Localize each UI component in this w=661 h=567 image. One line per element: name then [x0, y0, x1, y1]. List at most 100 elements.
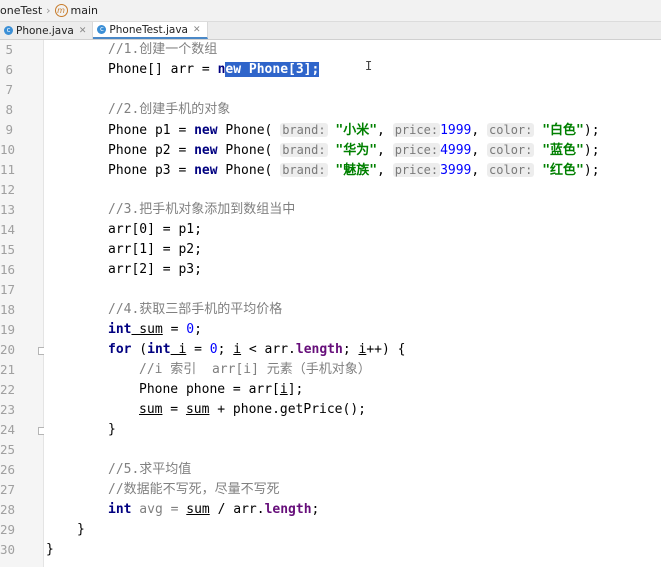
code-line-6: Phone[] arr = new Phone[3]; [108, 60, 320, 80]
code-text: ; [194, 322, 202, 337]
comment: //1.创建一个数组 [108, 42, 218, 57]
line-number: 22 [0, 382, 16, 397]
line-number: 26 [0, 462, 16, 477]
breadcrumb-project[interactable]: oneTest [0, 4, 42, 17]
code-text: ; [217, 342, 234, 357]
code-text: Phone( [217, 163, 281, 178]
code-line-23: sum = sum + phone.getPrice(); [139, 400, 366, 420]
line-number-gutter[interactable]: 5 6 7 8 9 10 11 12 13 14 15 16 17 18 19 20 21 22 23 24 25 26 2… [0, 40, 46, 567]
tab-label: PhoneTest.java [109, 23, 188, 36]
tab-phonetest-java[interactable]: c PhoneTest.java ✕ [93, 22, 208, 39]
number-literal: 3999 [440, 163, 472, 178]
code-text: ; [342, 342, 359, 357]
code-text: / arr. [209, 502, 265, 517]
variable-sum: sum [185, 402, 210, 417]
code-line-27: //数据能不写死，尽量不写死 [108, 480, 280, 500]
code-line-8: //2.创建手机的对象 [108, 100, 230, 120]
code-line-21: //i 索引 arr[i] 元素（手机对象） [139, 360, 371, 380]
line-number: 19 [0, 322, 16, 337]
breadcrumb: oneTest › m main [0, 0, 661, 22]
close-icon[interactable]: ✕ [193, 25, 201, 35]
code-text: ); [583, 143, 600, 158]
code-text: , [377, 143, 393, 158]
keyword: new [194, 143, 218, 158]
code-text: ]; [287, 382, 304, 397]
method-icon: m [54, 4, 68, 17]
param-hint-price: price: [392, 163, 441, 177]
tab-phone-java[interactable]: c Phone.java ✕ [0, 22, 94, 39]
line-number: 29 [0, 522, 16, 537]
variable-i: i [279, 382, 288, 397]
code-text: Phone( [217, 123, 281, 138]
code-line-5: //1.创建一个数组 [108, 40, 217, 60]
code-text: = [186, 342, 210, 357]
number-literal: 1999 [440, 123, 472, 138]
code-line-29: } [77, 520, 85, 540]
code-text: + phone.getPrice(); [209, 402, 366, 417]
line-number: 18 [0, 302, 16, 317]
line-number: 25 [0, 442, 16, 457]
param-hint-color: color: [487, 143, 535, 157]
line-number: 13 [0, 202, 16, 217]
string-literal: "白色" [542, 123, 584, 138]
field-length: length [295, 342, 343, 357]
code-text: Phone( [217, 143, 281, 158]
line-number: 10 [0, 142, 16, 157]
line-number: 23 [0, 402, 16, 417]
code-line-24: } [108, 420, 116, 440]
code-line-9: Phone p1 = new Phone( brand: "小米", price… [108, 120, 600, 141]
variable-sum: sum [186, 502, 210, 517]
line-number: 9 [5, 122, 13, 137]
string-literal: "华为" [335, 143, 378, 158]
editor-tabs: c Phone.java ✕ c PhoneTest.java ✕ [0, 22, 661, 40]
code-text: = [162, 322, 187, 337]
line-number: 16 [0, 262, 16, 277]
code-text: Phone p1 = [108, 123, 195, 138]
keyword: int [147, 342, 171, 357]
comment: //数据能不写死，尽量不写死 [108, 482, 280, 497]
string-literal: "蓝色" [542, 143, 584, 158]
code-editor[interactable]: //1.创建一个数组 Phone[] arr = new Phone[3]; /… [44, 40, 661, 567]
comment: //i 索引 arr[i] 元素（手机对象） [139, 362, 371, 377]
code-line-19: int sum = 0; [108, 320, 202, 340]
code-line-18: //4.获取三部手机的平均价格 [108, 300, 282, 320]
code-text: , [377, 123, 393, 138]
code-text: < arr. [241, 342, 296, 357]
param-hint-color: color: [487, 123, 535, 137]
line-number: 27 [0, 482, 16, 497]
param-hint-brand: brand: [280, 123, 328, 137]
variable-i: i [170, 342, 187, 357]
breadcrumb-method[interactable]: main [71, 4, 98, 17]
keyword: new [194, 163, 218, 178]
line-number: 8 [5, 102, 13, 117]
number-literal: 4999 [440, 143, 472, 158]
code-text: ( [131, 342, 148, 357]
breadcrumb-separator: › [46, 4, 51, 17]
code-text: arr[1] = p2; [108, 242, 202, 257]
keyword: for [108, 342, 132, 357]
close-icon[interactable]: ✕ [79, 26, 87, 36]
code-line-28: int avg = sum / arr.length; [108, 500, 319, 520]
code-text: Phone phone = arr[ [139, 382, 280, 397]
line-number: 5 [5, 42, 13, 57]
code-line-13: //3.把手机对象添加到数组当中 [108, 200, 295, 220]
param-hint-brand: brand: [280, 163, 328, 177]
code-line-10: Phone p2 = new Phone( brand: "华为", price… [108, 140, 600, 161]
code-text: } [77, 522, 85, 537]
variable-i: i [233, 342, 242, 357]
code-text: ++) { [366, 342, 406, 357]
variable-avg: avg = [131, 502, 187, 517]
code-text: arr[2] = p3; [108, 262, 202, 277]
keyword: int [108, 322, 132, 337]
code-line-30: } [46, 540, 54, 560]
line-number: 14 [0, 222, 16, 237]
line-number: 6 [5, 62, 13, 77]
variable-sum: sum [139, 402, 163, 417]
number-literal: 0 [186, 322, 195, 337]
code-text: arr[0] = p1; [108, 222, 202, 237]
comment: //3.把手机对象添加到数组当中 [108, 202, 296, 217]
code-line-22: Phone phone = arr[i]; [139, 380, 303, 400]
code-text: Phone p3 = [108, 163, 195, 178]
code-line-20: for (int i = 0; i < arr.length; i++) { [108, 340, 405, 360]
selected-text: ew Phone[3]; [225, 62, 320, 77]
